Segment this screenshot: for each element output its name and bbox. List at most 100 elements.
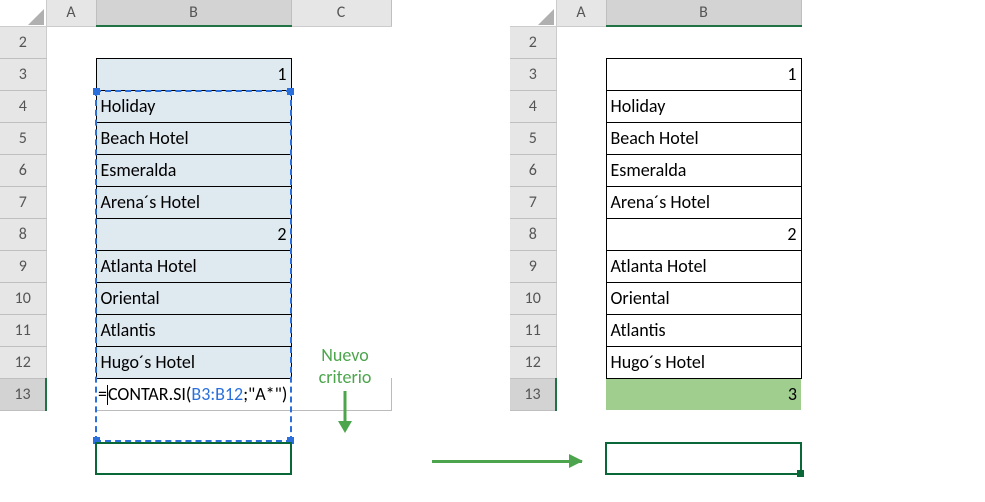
select-all-triangle[interactable]	[510, 0, 556, 26]
annotation-line1: Nuevo	[300, 345, 390, 367]
row-header-3[interactable]: 3	[0, 58, 46, 90]
col-header-B[interactable]: B	[606, 0, 801, 26]
row-header-10[interactable]: 10	[0, 282, 46, 314]
row-header-9[interactable]: 9	[0, 250, 46, 282]
cell-A6[interactable]	[556, 154, 606, 186]
cell-B9[interactable]: Atlanta Hotel	[96, 250, 291, 282]
cell-C8[interactable]	[291, 218, 391, 250]
fill-handle[interactable]	[797, 470, 804, 477]
cell-B12[interactable]: Hugo´s Hotel	[606, 346, 801, 378]
col-header-C[interactable]: C	[291, 0, 391, 26]
spreadsheet-right[interactable]: A B 2 3 1 4 Holiday 5 Beach Hotel 6 Esmerald…	[510, 0, 802, 411]
row-header-3[interactable]: 3	[510, 58, 556, 90]
cell-B7[interactable]: Arena´s Hotel	[96, 186, 291, 218]
arrow-down-icon	[335, 391, 355, 435]
row-header-8[interactable]: 8	[510, 218, 556, 250]
cell-A11[interactable]	[46, 314, 96, 346]
cell-A7[interactable]	[46, 186, 96, 218]
row-header-5[interactable]: 5	[0, 122, 46, 154]
formula-range: B3:B12	[191, 383, 243, 405]
select-all-triangle[interactable]	[0, 0, 46, 26]
cell-C9[interactable]	[291, 250, 391, 282]
cell-A2[interactable]	[46, 26, 96, 58]
row-header-9[interactable]: 9	[510, 250, 556, 282]
cell-A3[interactable]	[556, 58, 606, 90]
cell-A7[interactable]	[556, 186, 606, 218]
cell-B5[interactable]: Beach Hotel	[96, 122, 291, 154]
cell-A9[interactable]	[46, 250, 96, 282]
cell-A3[interactable]	[46, 58, 96, 90]
cell-A11[interactable]	[556, 314, 606, 346]
cell-A9[interactable]	[556, 250, 606, 282]
cell-C4[interactable]	[291, 90, 391, 122]
cell-C5[interactable]	[291, 122, 391, 154]
cell-B6[interactable]: Esmeralda	[96, 154, 291, 186]
cell-B3[interactable]: 1	[606, 58, 801, 90]
cell-B2[interactable]	[606, 26, 801, 58]
cell-C7[interactable]	[291, 186, 391, 218]
row-header-6[interactable]: 6	[510, 154, 556, 186]
row-header-2[interactable]: 2	[510, 26, 556, 58]
cell-B6[interactable]: Esmeralda	[606, 154, 801, 186]
cell-B2[interactable]	[96, 26, 291, 58]
arrow-right-icon	[432, 460, 582, 463]
row-header-7[interactable]: 7	[0, 186, 46, 218]
cell-B11[interactable]: Atlantis	[96, 314, 291, 346]
cell-A12[interactable]	[46, 346, 96, 378]
row-header-4[interactable]: 4	[0, 90, 46, 122]
row-header-12[interactable]: 12	[0, 346, 46, 378]
cell-B9[interactable]: Atlanta Hotel	[606, 250, 801, 282]
cell-A8[interactable]	[556, 218, 606, 250]
cell-A10[interactable]	[46, 282, 96, 314]
cell-A10[interactable]	[556, 282, 606, 314]
cell-C2[interactable]	[291, 26, 391, 58]
cell-B10[interactable]: Oriental	[606, 282, 801, 314]
row-header-4[interactable]: 4	[510, 90, 556, 122]
cell-B12[interactable]: Hugo´s Hotel	[96, 346, 291, 378]
formula-prefix: =	[98, 383, 107, 405]
cell-B5[interactable]: Beach Hotel	[606, 122, 801, 154]
row-header-11[interactable]: 11	[0, 314, 46, 346]
cell-A5[interactable]	[46, 122, 96, 154]
cell-A13[interactable]	[46, 378, 96, 410]
cell-C11[interactable]	[291, 314, 391, 346]
cell-B4[interactable]: Holiday	[606, 90, 801, 122]
active-cell-overlay	[95, 442, 292, 475]
cell-A6[interactable]	[46, 154, 96, 186]
col-header-A[interactable]: A	[46, 0, 96, 26]
cell-B8[interactable]: 2	[606, 218, 801, 250]
col-header-A[interactable]: A	[556, 0, 606, 26]
cell-B8[interactable]: 2	[96, 218, 291, 250]
row-header-7[interactable]: 7	[510, 186, 556, 218]
row-header-12[interactable]: 12	[510, 346, 556, 378]
annotation-label: Nuevo criterio	[300, 345, 390, 388]
col-header-B[interactable]: B	[96, 0, 291, 26]
row-header-2[interactable]: 2	[0, 26, 46, 58]
cell-C10[interactable]	[291, 282, 391, 314]
row-header-13[interactable]: 13	[510, 378, 556, 410]
row-header-8[interactable]: 8	[0, 218, 46, 250]
cell-A12[interactable]	[556, 346, 606, 378]
row-header-5[interactable]: 5	[510, 122, 556, 154]
cell-A2[interactable]	[556, 26, 606, 58]
active-cell-overlay	[605, 442, 802, 475]
cell-B4[interactable]: Holiday	[96, 90, 291, 122]
cell-B11[interactable]: Atlantis	[606, 314, 801, 346]
row-header-10[interactable]: 10	[510, 282, 556, 314]
cell-A13[interactable]	[556, 378, 606, 410]
cell-B13-result[interactable]: 3	[606, 378, 801, 410]
cell-C6[interactable]	[291, 154, 391, 186]
cell-B3[interactable]: 1	[96, 58, 291, 90]
row-header-13[interactable]: 13	[0, 378, 46, 410]
cell-A5[interactable]	[556, 122, 606, 154]
row-header-11[interactable]: 11	[510, 314, 556, 346]
cell-C3[interactable]	[291, 58, 391, 90]
cell-A4[interactable]	[46, 90, 96, 122]
formula-close: )	[282, 383, 287, 405]
cell-B7[interactable]: Arena´s Hotel	[606, 186, 801, 218]
cell-A4[interactable]	[556, 90, 606, 122]
annotation-line2: criterio	[300, 367, 390, 389]
row-header-6[interactable]: 6	[0, 154, 46, 186]
cell-A8[interactable]	[46, 218, 96, 250]
cell-B10[interactable]: Oriental	[96, 282, 291, 314]
